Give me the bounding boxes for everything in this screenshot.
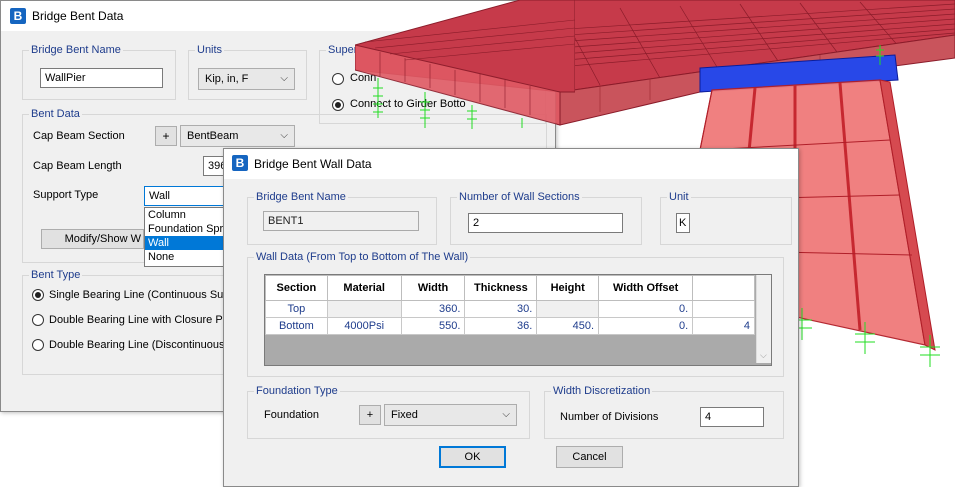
table-row[interactable]: Bottom 4000Psi 550. 36. 450. 0. 4: [265, 317, 755, 335]
wall-bent-name-label: Bridge Bent Name: [256, 191, 346, 203]
col-extra: [692, 275, 755, 301]
width-discretization-label: Width Discretization: [553, 385, 651, 397]
cell-material[interactable]: 4000Psi: [326, 317, 402, 335]
cell-width[interactable]: 360.: [400, 300, 466, 318]
support-option-column[interactable]: Column: [145, 208, 235, 222]
cell-thickness[interactable]: 30.: [464, 300, 538, 318]
cap-beam-section-select[interactable]: BentBeam ⌵: [180, 125, 295, 147]
cell-width[interactable]: 550.: [400, 317, 466, 335]
wall-titlebar: B Bridge Bent Wall Data: [224, 149, 798, 179]
col-material: Material: [326, 275, 402, 301]
bent-window-title: Bridge Bent Data: [32, 9, 124, 23]
bridge-bent-wall-data-window: B Bridge Bent Wall Data Bridge Bent Name…: [223, 148, 799, 487]
wall-sections-input[interactable]: 2: [468, 213, 623, 233]
single-bearing-line-label: Single Bearing Line (Continuous Sup: [49, 289, 230, 301]
cell-section[interactable]: Bottom: [265, 317, 328, 335]
table-row[interactable]: Top 360. 30. 0.: [265, 300, 755, 318]
col-width-offset: Width Offset: [598, 275, 694, 301]
units-select[interactable]: Kip, in, F ⌵: [198, 68, 295, 90]
foundation-type-label: Foundation Type: [256, 385, 338, 397]
cell-width-offset[interactable]: 0.: [598, 317, 694, 335]
support-option-wall[interactable]: Wall: [145, 236, 235, 250]
bent-name-group-label: Bridge Bent Name: [31, 44, 121, 56]
cell-extra[interactable]: [692, 300, 755, 318]
cell-height[interactable]: 450.: [536, 317, 600, 335]
cell-material[interactable]: [326, 300, 402, 318]
col-width: Width: [400, 275, 466, 301]
wall-bent-name-field: BENT1: [263, 211, 419, 231]
cap-beam-section-value: BentBeam: [187, 130, 239, 142]
col-thickness: Thickness: [464, 275, 538, 301]
bent-name-input[interactable]: WallPier: [40, 68, 163, 88]
app-icon: B: [232, 155, 248, 171]
chevron-down-icon: ⌵: [502, 409, 510, 420]
support-option-foundation-spring[interactable]: Foundation Spri: [145, 222, 235, 236]
col-section: Section: [265, 275, 328, 301]
support-type-select[interactable]: Wall: [144, 186, 234, 206]
cell-thickness[interactable]: 36.: [464, 317, 538, 335]
double-bearing-discontinuous-label: Double Bearing Line (Discontinuous: [49, 339, 225, 351]
add-foundation-button[interactable]: +: [359, 405, 381, 425]
wall-units-label: Unit: [669, 191, 689, 203]
single-bearing-line-radio[interactable]: [32, 289, 44, 301]
number-of-divisions-label: Number of Divisions: [560, 411, 659, 423]
ok-button[interactable]: OK: [439, 446, 506, 468]
double-bearing-closure-radio[interactable]: [32, 314, 44, 326]
grid-header-row: Section Material Width Thickness Height …: [265, 275, 755, 301]
foundation-label: Foundation: [264, 409, 320, 421]
cell-section[interactable]: Top: [265, 300, 328, 318]
cap-beam-length-label: Cap Beam Length: [33, 160, 122, 172]
double-bearing-discontinuous-radio[interactable]: [32, 339, 44, 351]
foundation-select[interactable]: Fixed ⌵: [384, 404, 517, 426]
deck-overlap: [355, 0, 575, 129]
support-option-none[interactable]: None: [145, 250, 235, 264]
cell-height[interactable]: [536, 300, 600, 318]
wall-sections-label: Number of Wall Sections: [459, 191, 580, 203]
modify-show-wall-button[interactable]: Modify/Show W: [41, 229, 144, 249]
double-bearing-closure-label: Double Bearing Line with Closure Po: [49, 314, 229, 326]
wall-window-title: Bridge Bent Wall Data: [254, 157, 372, 171]
cap-beam-section-label: Cap Beam Section: [33, 130, 125, 142]
bent-data-group-label: Bent Data: [31, 108, 80, 120]
cancel-button[interactable]: Cancel: [556, 446, 623, 468]
app-icon: B: [10, 8, 26, 24]
bent-type-group-label: Bent Type: [31, 269, 81, 281]
units-select-value: Kip, in, F: [205, 73, 249, 85]
foundation-select-value: Fixed: [391, 409, 418, 421]
wall-data-grid[interactable]: Section Material Width Thickness Height …: [264, 274, 772, 366]
wall-data-group-label: Wall Data (From Top to Bottom of The Wal…: [256, 251, 469, 263]
col-height: Height: [536, 275, 600, 301]
units-group-label: Units: [197, 44, 223, 56]
add-cap-section-button[interactable]: +: [155, 126, 177, 146]
cell-width-offset[interactable]: 0.: [598, 300, 694, 318]
chevron-down-icon: ⌵: [280, 73, 288, 84]
scroll-down-icon[interactable]: ⌵: [760, 350, 767, 361]
number-of-divisions-input[interactable]: 4: [700, 407, 764, 427]
grid-scrollbar[interactable]: ⌵: [756, 275, 771, 363]
cell-extra[interactable]: 4: [692, 317, 755, 335]
connect-radio-1[interactable]: [332, 73, 344, 85]
support-type-label: Support Type: [33, 189, 99, 201]
wall-units-select[interactable]: K: [676, 213, 690, 233]
chevron-down-icon: ⌵: [280, 130, 288, 141]
